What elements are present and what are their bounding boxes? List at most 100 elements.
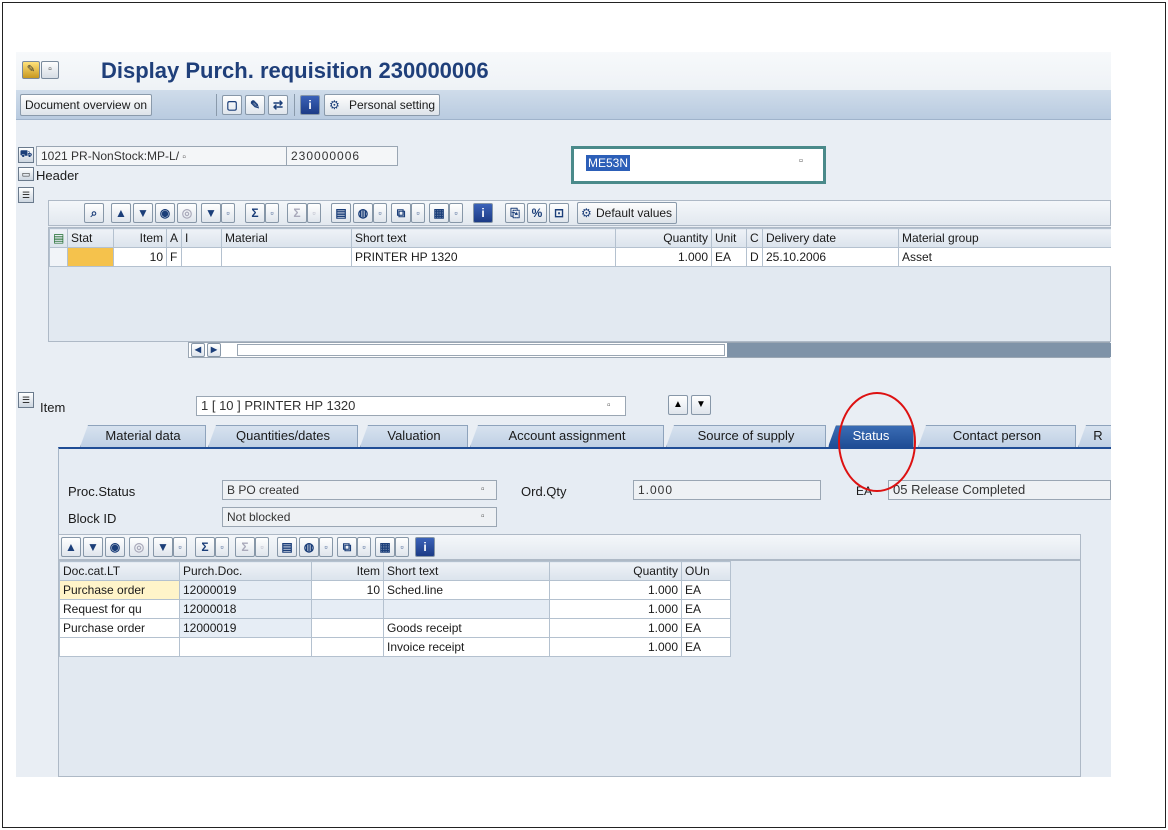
doc-cat-cell[interactable]: Purchase order — [59, 618, 180, 638]
short-text-cell[interactable]: Invoice receipt — [383, 637, 550, 657]
horizontal-scrollbar[interactable]: ◀ ▶ — [188, 342, 1111, 358]
layout-icon[interactable]: ▦ — [375, 537, 395, 557]
filter-icon[interactable]: ▼ — [201, 203, 221, 223]
column-header[interactable]: Purch.Doc. — [179, 561, 312, 581]
dropdown-icon[interactable]: ▫ — [799, 155, 803, 167]
short-text-cell[interactable]: Goods receipt — [383, 618, 550, 638]
column-header[interactable]: Unit — [711, 228, 747, 248]
quantity-cell[interactable]: 1.000 — [615, 247, 712, 267]
text-icon[interactable]: % — [527, 203, 547, 223]
tab-quantities-dates[interactable]: Quantities/dates — [208, 425, 358, 447]
material-group-cell[interactable]: Asset — [898, 247, 1111, 267]
oun-cell[interactable]: EA — [681, 599, 731, 619]
export-icon[interactable]: ⧉ — [337, 537, 357, 557]
table-row[interactable]: Purchase order 12000019 Goods receipt 1.… — [59, 618, 731, 638]
document-overview-button[interactable]: Document overview on — [20, 94, 153, 116]
command-field[interactable]: ME53N ▫ — [571, 146, 826, 184]
next-item-icon[interactable]: ▼ — [691, 395, 711, 415]
column-header[interactable]: OUn — [681, 561, 731, 581]
other-object-icon[interactable]: ✎ — [22, 61, 40, 79]
column-header[interactable]: I — [181, 228, 222, 248]
column-header[interactable]: Item — [311, 561, 384, 581]
column-header[interactable]: C — [746, 228, 763, 248]
views-icon[interactable]: ◍ — [353, 203, 373, 223]
item-cat-cell[interactable] — [181, 247, 222, 267]
purch-doc-cell[interactable]: 12000018 — [179, 599, 312, 619]
row-selector[interactable] — [49, 247, 68, 267]
acct-cat-cell[interactable]: F — [166, 247, 182, 267]
scroll-left-icon[interactable]: ◀ — [191, 343, 205, 357]
dropdown-icon[interactable]: ▫ — [449, 203, 463, 223]
proc-status-field[interactable]: B PO created ▫ — [222, 480, 497, 500]
collapse-header-icon[interactable]: ▭ — [18, 167, 34, 181]
unit-cell[interactable]: EA — [711, 247, 747, 267]
sort-descending-icon[interactable]: ▼ — [83, 537, 103, 557]
dropdown-icon[interactable]: ▫ — [411, 203, 425, 223]
fix-icon[interactable]: ⊡ — [549, 203, 569, 223]
collapse-items-icon[interactable]: ☰ — [18, 187, 34, 203]
sort-descending-icon[interactable]: ▼ — [133, 203, 153, 223]
stat-cell[interactable] — [67, 247, 114, 267]
print-preview-icon[interactable]: ▤ — [331, 203, 351, 223]
doc-cat-cell[interactable] — [59, 637, 180, 657]
tab-material-data[interactable]: Material data — [80, 425, 206, 447]
quantity-cell[interactable]: 1.000 — [549, 637, 682, 657]
copy-icon[interactable]: ⎘ — [505, 203, 525, 223]
tab-more[interactable]: R — [1078, 425, 1111, 447]
oun-cell[interactable]: EA — [681, 580, 731, 600]
quantity-cell[interactable]: 1.000 — [549, 599, 682, 619]
material-cell[interactable] — [221, 247, 352, 267]
dropdown-icon[interactable]: ▫ — [357, 537, 371, 557]
tab-source-of-supply[interactable]: Source of supply — [666, 425, 826, 447]
item-cell[interactable] — [311, 599, 384, 619]
change-icon[interactable]: ✎ — [245, 95, 265, 115]
item-cell[interactable]: 10 — [311, 580, 384, 600]
table-row[interactable]: Purchase order 12000019 10 Sched.line 1.… — [59, 580, 731, 600]
previous-item-icon[interactable]: ▲ — [668, 395, 688, 415]
oun-cell[interactable]: EA — [681, 637, 731, 657]
dropdown-icon[interactable]: ▫ — [173, 537, 187, 557]
doc-cat-cell[interactable]: Request for qu — [59, 599, 180, 619]
column-header[interactable]: Doc.cat.LT — [59, 561, 180, 581]
column-header[interactable]: Short text — [351, 228, 616, 248]
purch-doc-cell[interactable]: 12000019 — [179, 618, 312, 638]
document-number-field[interactable]: 230000006 — [286, 146, 398, 166]
dropdown-icon[interactable]: ▫ — [265, 203, 279, 223]
item-cell[interactable]: 10 — [113, 247, 167, 267]
dropdown-icon[interactable]: ▫ — [395, 537, 409, 557]
create-icon[interactable]: ▢ — [222, 95, 242, 115]
sum-icon[interactable]: Σ — [245, 203, 265, 223]
collapse-item-icon[interactable]: ☰ — [18, 392, 34, 408]
sum-icon[interactable]: Σ — [195, 537, 215, 557]
column-header[interactable]: Material group — [898, 228, 1111, 248]
sort-ascending-icon[interactable]: ▲ — [111, 203, 131, 223]
personal-setting-button[interactable]: ⚙ Personal setting — [324, 94, 441, 116]
column-header[interactable]: Material — [221, 228, 352, 248]
short-text-cell[interactable]: PRINTER HP 1320 — [351, 247, 616, 267]
export-icon[interactable]: ⧉ — [391, 203, 411, 223]
category-cell[interactable]: D — [746, 247, 763, 267]
dropdown-icon[interactable]: ▫ — [215, 537, 229, 557]
tab-account-assignment[interactable]: Account assignment — [470, 425, 664, 447]
dropdown-icon[interactable]: ▫ — [221, 203, 235, 223]
details-icon[interactable]: ⌕ — [84, 203, 104, 223]
delivery-date-cell[interactable]: 25.10.2006 — [762, 247, 899, 267]
dropdown-icon[interactable]: ▫ — [319, 537, 333, 557]
column-header[interactable]: Delivery date — [762, 228, 899, 248]
doc-cat-cell[interactable]: Purchase order — [59, 580, 180, 600]
purch-doc-cell[interactable]: 12000019 — [179, 580, 312, 600]
sort-ascending-icon[interactable]: ▲ — [61, 537, 81, 557]
tab-valuation[interactable]: Valuation — [360, 425, 468, 447]
scroll-right-icon[interactable]: ▶ — [207, 343, 221, 357]
column-header[interactable]: Item — [113, 228, 167, 248]
tab-contact-person[interactable]: Contact person — [918, 425, 1076, 447]
purch-doc-cell[interactable] — [179, 637, 312, 657]
item-cell[interactable] — [311, 618, 384, 638]
scrollbar-thumb[interactable] — [237, 344, 725, 356]
column-header[interactable]: Quantity — [615, 228, 712, 248]
views-icon[interactable]: ◍ — [299, 537, 319, 557]
table-row[interactable]: Invoice receipt 1.000 EA — [59, 637, 731, 657]
print-preview-icon[interactable]: ▤ — [277, 537, 297, 557]
item-selector[interactable]: 1 [ 10 ] PRINTER HP 1320 ▫ — [196, 396, 626, 416]
find-icon[interactable]: ◉ — [155, 203, 175, 223]
